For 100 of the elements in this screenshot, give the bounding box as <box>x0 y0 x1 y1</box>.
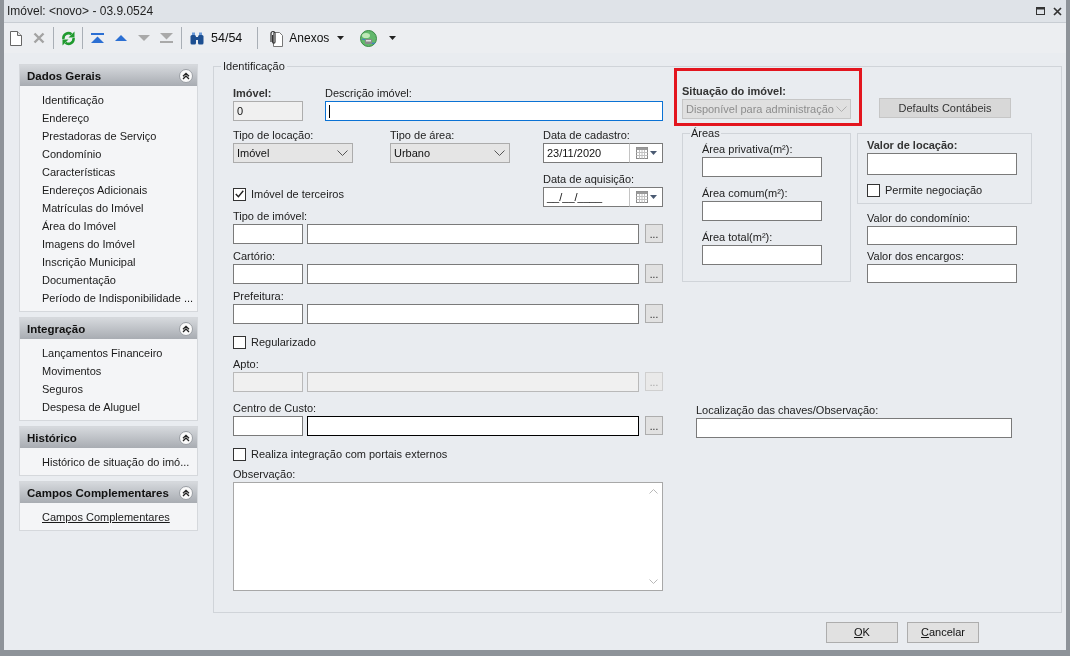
description-field[interactable] <box>307 416 639 436</box>
text-field[interactable] <box>702 245 822 265</box>
close-icon <box>1052 6 1062 16</box>
text-field[interactable] <box>702 157 822 177</box>
nav-link[interactable]: Prestadoras de Serviço <box>42 127 157 145</box>
calendar-icon <box>635 191 648 203</box>
group-title: Dados Gerais <box>27 69 103 82</box>
nav-link[interactable]: Características <box>42 163 116 181</box>
text-field[interactable] <box>325 101 663 121</box>
checkbox[interactable] <box>233 335 246 349</box>
field-label: Tipo de imóvel: <box>233 209 308 224</box>
cancel-button[interactable]: Cancelar <box>907 622 979 643</box>
checkbox[interactable] <box>233 447 246 461</box>
caret-icon <box>649 195 657 199</box>
browse-button[interactable]: ... <box>645 416 663 435</box>
nav-link[interactable]: Campos Complementares <box>42 508 170 526</box>
nav-link[interactable]: Inscrição Municipal <box>42 253 136 271</box>
nav-link[interactable]: Período de Indisponibilidade ... <box>42 289 194 307</box>
collapse-icon[interactable] <box>179 430 193 445</box>
arrow-down-icon <box>137 35 150 41</box>
field-label: Imóvel: <box>233 86 272 101</box>
field-label: Área total(m²): <box>702 230 773 245</box>
group-header[interactable]: Histórico <box>20 427 197 448</box>
field-label: Valor de locação: <box>867 138 958 153</box>
chevron-down-icon <box>649 579 658 584</box>
caret-icon <box>649 151 657 155</box>
chevron-up-icon <box>649 489 658 494</box>
code-field[interactable] <box>233 304 303 324</box>
text-field[interactable] <box>867 226 1017 245</box>
date-field[interactable]: 23/11/2020 <box>543 143 629 163</box>
nav-link[interactable]: Condomínio <box>42 145 102 163</box>
nav-link[interactable]: Imagens do Imóvel <box>42 235 135 253</box>
nav-link[interactable]: Endereços Adicionais <box>42 181 148 199</box>
field-label: Área privativa(m²): <box>702 142 793 157</box>
group-title: Campos Complementares <box>27 486 170 499</box>
calendar-button[interactable] <box>629 187 663 207</box>
browse-button[interactable]: ... <box>645 224 663 243</box>
code-field[interactable] <box>233 264 303 284</box>
field-label: Prefeitura: <box>233 289 284 304</box>
defaults-button[interactable]: Defaults Contábeis <box>879 98 1011 118</box>
collapse-icon[interactable] <box>179 485 193 500</box>
text-field[interactable] <box>702 201 822 221</box>
dropdown[interactable]: Imóvel <box>233 143 353 163</box>
arrow-to-bottom-icon <box>160 33 173 43</box>
attachments-button[interactable]: Anexos <box>261 26 349 50</box>
checkbox[interactable] <box>233 187 246 201</box>
nav-link[interactable]: Despesa de Aluguel <box>42 398 140 416</box>
browse-button[interactable]: ... <box>645 264 663 283</box>
checkmark-icon <box>235 190 244 198</box>
browse-button[interactable]: ... <box>645 304 663 323</box>
nav-link[interactable]: Identificação <box>42 91 104 109</box>
nav-link[interactable]: Histórico de situação do imó... <box>42 453 190 471</box>
arrow-up-icon <box>114 35 127 41</box>
description-field[interactable] <box>307 304 639 324</box>
field-label: Data de cadastro: <box>543 128 630 143</box>
maximize-icon <box>1035 7 1045 15</box>
record-counter: 54/54 <box>211 31 243 45</box>
field-label: Cartório: <box>233 249 276 264</box>
code-field[interactable] <box>233 224 303 244</box>
chevron-down-icon <box>835 106 847 112</box>
field-label: Apto: <box>233 357 259 372</box>
description-field[interactable] <box>307 264 639 284</box>
field-label: Valor dos encargos: <box>867 249 965 264</box>
description-field[interactable] <box>307 224 639 244</box>
group-header[interactable]: Dados Gerais <box>20 65 197 86</box>
checkbox[interactable] <box>867 183 880 197</box>
nav-link[interactable]: Endereço <box>42 109 90 127</box>
ok-button[interactable]: OK <box>826 622 898 643</box>
text-field[interactable] <box>867 264 1017 283</box>
field-label: Tipo de área: <box>390 128 455 143</box>
group-title: Integração <box>27 322 87 335</box>
code-field[interactable] <box>233 416 303 436</box>
text-cursor-icon <box>329 104 330 118</box>
nav-link[interactable]: Área do Imóvel <box>42 217 116 235</box>
nav-link[interactable]: Seguros <box>42 380 83 398</box>
dropdown[interactable]: Urbano <box>390 143 510 163</box>
checkbox-label: Regularizado <box>251 336 316 348</box>
collapse-icon[interactable] <box>179 321 193 336</box>
field-label: Valor do condomínio: <box>867 211 971 226</box>
field-label: Descrição imóvel: <box>325 86 412 101</box>
section-title: Identificação <box>221 59 287 73</box>
group-header[interactable]: Integração <box>20 318 197 339</box>
group-header[interactable]: Campos Complementares <box>20 482 197 503</box>
arrow-to-top-icon <box>91 33 104 43</box>
text-area[interactable] <box>233 482 663 591</box>
collapse-icon[interactable] <box>179 68 193 83</box>
text-field[interactable] <box>867 153 1017 175</box>
calendar-button[interactable] <box>629 143 663 163</box>
nav-link[interactable]: Lançamentos Financeiro <box>42 344 163 362</box>
paperclip-icon <box>267 29 284 47</box>
checkbox-label: Realiza integração com portais externos <box>251 448 448 460</box>
delete-icon <box>32 32 45 44</box>
date-field[interactable]: __/__/____ <box>543 187 629 207</box>
nav-link[interactable]: Documentação <box>42 271 116 289</box>
refresh-icon <box>60 30 76 46</box>
nav-link[interactable]: Matrículas do Imóvel <box>42 199 144 217</box>
text-field[interactable] <box>696 418 1012 438</box>
binoculars-icon <box>189 31 204 45</box>
chevron-down-icon <box>337 150 348 156</box>
nav-link[interactable]: Movimentos <box>42 362 102 380</box>
